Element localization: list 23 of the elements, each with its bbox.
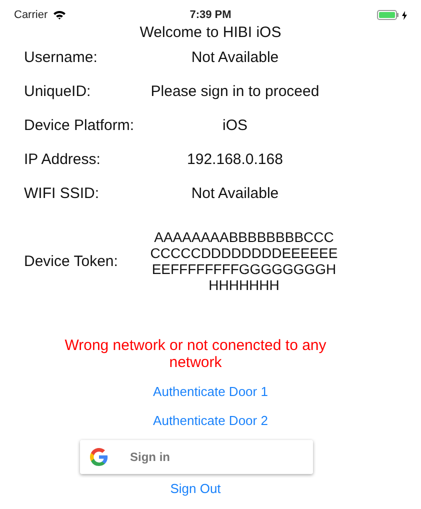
field-label: Device Token: — [24, 252, 119, 270]
field-label: IP Address: — [24, 150, 102, 170]
field-label: WIFI SSID: — [24, 184, 100, 204]
wifi-icon — [52, 10, 66, 20]
carrier-name: Carrier — [14, 9, 48, 21]
field-value: Not Available — [190, 48, 280, 68]
field-value: iOS — [221, 116, 248, 136]
google-sign-in-button[interactable]: Sign in — [80, 440, 313, 474]
field-label: UniqueID: — [24, 82, 92, 102]
token-value: AAAAAAAABBBBBBBBCCCCCCCCDDDDDDDDEEEEEEEEFFFFFFFFGGGGGGGGHHHHHHHH — [149, 229, 339, 293]
google-icon — [90, 448, 108, 466]
battery-icon — [376, 10, 399, 20]
authenticate-link[interactable]: Authenticate Door 1 — [153, 384, 268, 399]
field-value: 192.168.0.168 — [186, 150, 284, 170]
status-time: 7:39 PM — [190, 9, 232, 21]
field-value: Not Available — [190, 184, 280, 204]
authenticate-link[interactable]: Authenticate Door 2 — [153, 413, 268, 428]
error-message: Wrong network or not conencted to any network — [64, 337, 328, 371]
field-value: Please sign in to proceed — [150, 82, 320, 102]
field-label: Username: — [24, 48, 98, 68]
screen-title: Welcome to HIBI iOS — [138, 24, 282, 41]
field-label: Device Platform: — [24, 116, 136, 136]
sign-out-link[interactable]: Sign Out — [170, 481, 221, 496]
